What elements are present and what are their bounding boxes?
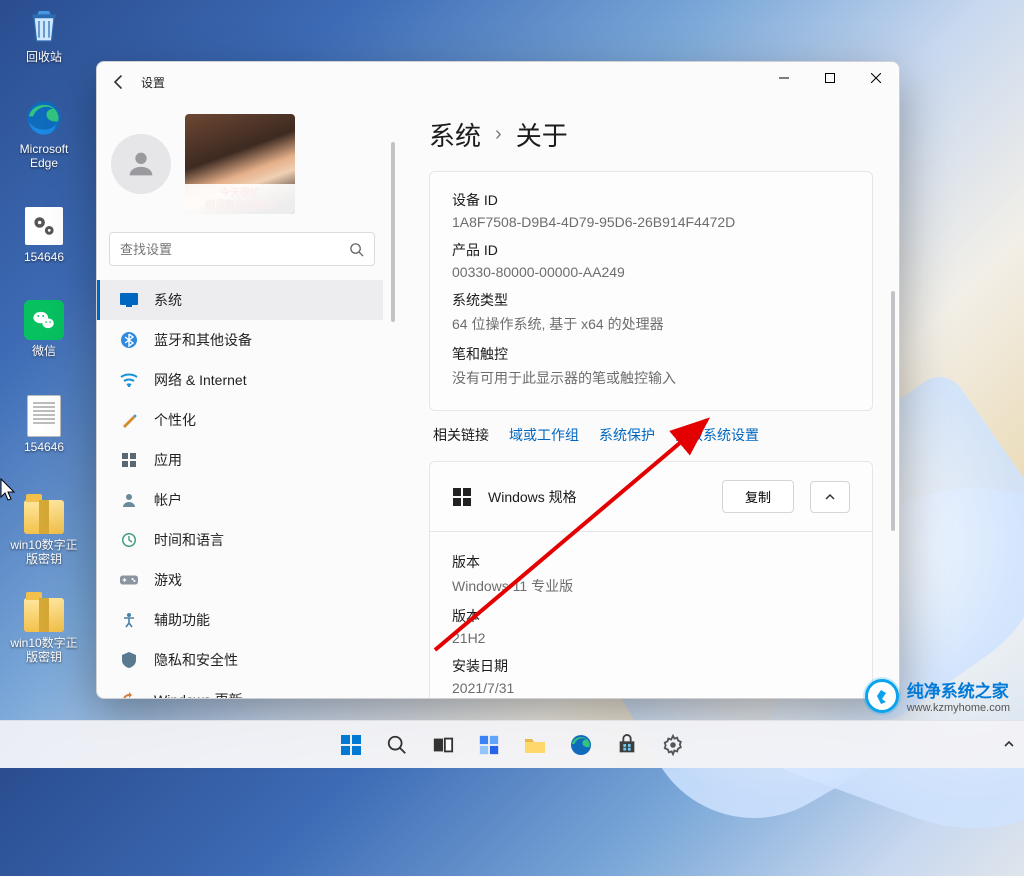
desktop-icon-config-file[interactable]: 154646 (6, 206, 82, 264)
collapse-button[interactable] (810, 481, 850, 513)
sidebar: 今天很忙但没有忘记想你 系统蓝牙和其他设备网络 & Internet个性化应用帐… (97, 102, 387, 698)
minimize-icon (779, 73, 789, 83)
profile-block: 今天很忙但没有忘记想你 (97, 108, 387, 232)
zip-folder-icon (24, 494, 64, 534)
sidebar-item-gaming[interactable]: 游戏 (97, 560, 383, 600)
personal-icon (120, 411, 138, 429)
settings-window: 设置 今天很忙但没有忘记想你 系统蓝牙和其他设备网络 & Internet个性化… (96, 61, 900, 699)
sidebar-item-system[interactable]: 系统 (97, 280, 383, 320)
search-icon (349, 242, 364, 257)
close-icon (871, 73, 881, 83)
edge-icon (24, 98, 64, 138)
sidebar-item-privacy[interactable]: 隐私和安全性 (97, 640, 383, 680)
recycle-bin-icon (24, 6, 64, 46)
sidebar-item-network[interactable]: 网络 & Internet (97, 360, 383, 400)
breadcrumb: 系统 › 关于 (429, 116, 899, 153)
sidebar-item-accounts[interactable]: 帐户 (97, 480, 383, 520)
gears-icon (24, 206, 64, 246)
task-view[interactable] (423, 725, 463, 765)
sidebar-item-access[interactable]: 辅助功能 (97, 600, 383, 640)
gear-icon (662, 734, 684, 756)
taskbar-search[interactable] (377, 725, 417, 765)
person-icon (124, 147, 158, 181)
task-view-icon (432, 734, 454, 756)
spec-row: 安装日期2021/7/31 (452, 656, 850, 696)
wechat-icon (24, 300, 64, 340)
taskbar-edge[interactable] (561, 725, 601, 765)
spec-row: 版本Windows 11 专业版 (452, 552, 850, 596)
maximize-icon (825, 73, 835, 83)
chevron-up-icon[interactable] (1002, 737, 1016, 751)
titlebar: 设置 (97, 62, 899, 102)
link-domain-workgroup[interactable]: 域或工作组 (509, 425, 579, 445)
start-button[interactable] (331, 725, 371, 765)
apps-icon (120, 451, 138, 469)
system-icon (120, 291, 138, 309)
avatar[interactable] (111, 134, 171, 194)
sidebar-item-personal[interactable]: 个性化 (97, 400, 383, 440)
update-icon (120, 691, 138, 698)
sidebar-item-update[interactable]: Windows 更新 (97, 680, 383, 698)
windows-icon (452, 487, 472, 507)
copy-button[interactable]: 复制 (722, 480, 794, 513)
system-tray[interactable] (1002, 724, 1016, 764)
taskbar-explorer[interactable] (515, 725, 555, 765)
maximize-button[interactable] (807, 62, 853, 94)
search-icon (386, 734, 408, 756)
close-button[interactable] (853, 62, 899, 94)
window-title: 设置 (141, 74, 165, 91)
sidebar-item-apps[interactable]: 应用 (97, 440, 383, 480)
bluetooth-icon (120, 331, 138, 349)
crumb-about: 关于 (516, 116, 568, 153)
watermark: 纯净系统之家 www.kzmyhome.com (865, 677, 1010, 714)
widgets[interactable] (469, 725, 509, 765)
edge-icon (569, 733, 593, 757)
arrow-left-icon (111, 74, 127, 90)
search-field[interactable] (120, 242, 349, 257)
desktop-icon-zip-2[interactable]: win10数字正版密钥 (6, 592, 82, 664)
text-file-icon (24, 396, 64, 436)
spec-row: 版本21H2 (452, 606, 850, 646)
folder-icon (523, 733, 547, 757)
nav-list: 系统蓝牙和其他设备网络 & Internet个性化应用帐户时间和语言游戏辅助功能… (97, 280, 387, 698)
content-scrollbar[interactable] (887, 171, 899, 698)
minimize-button[interactable] (761, 62, 807, 94)
sidebar-item-time[interactable]: 时间和语言 (97, 520, 383, 560)
gaming-icon (120, 571, 138, 589)
related-links: 相关链接 域或工作组 系统保护 高级系统设置 (433, 425, 869, 445)
profile-photo: 今天很忙但没有忘记想你 (185, 114, 295, 214)
desktop-icon-edge[interactable]: Microsoft Edge (6, 98, 82, 170)
taskbar (0, 720, 1024, 768)
desktop-icon-recycle-bin[interactable]: 回收站 (6, 6, 82, 64)
chevron-right-icon: › (495, 123, 502, 146)
link-system-protection[interactable]: 系统保护 (599, 425, 655, 445)
time-icon (120, 531, 138, 549)
desktop-icon-text-file[interactable]: 154646 (6, 396, 82, 454)
chevron-up-icon (824, 491, 836, 503)
crumb-system[interactable]: 系统 (429, 116, 481, 153)
related-links-label: 相关链接 (433, 425, 489, 445)
back-button[interactable] (101, 64, 137, 100)
accounts-icon (120, 491, 138, 509)
store-icon (616, 734, 638, 756)
desktop-icon-zip-1[interactable]: win10数字正版密钥 (6, 494, 82, 566)
watermark-logo-icon (865, 679, 899, 713)
link-advanced-system-settings[interactable]: 高级系统设置 (675, 425, 759, 445)
sidebar-scrollbar[interactable] (387, 102, 399, 698)
taskbar-settings[interactable] (653, 725, 693, 765)
zip-folder-icon (24, 592, 64, 632)
privacy-icon (120, 651, 138, 669)
windows-spec-body: 版本Windows 11 专业版版本21H2安装日期2021/7/31操作系统版… (429, 532, 873, 698)
widgets-icon (478, 734, 500, 756)
search-input[interactable] (109, 232, 375, 266)
desktop-icon-wechat[interactable]: 微信 (6, 300, 82, 358)
windows-logo-icon (339, 733, 363, 757)
network-icon (120, 371, 138, 389)
windows-spec-header[interactable]: Windows 规格 复制 (429, 461, 873, 532)
main-pane: 系统 › 关于 设备 ID1A8F7508-D9B4-4D79-95D6-26B… (399, 102, 899, 698)
device-spec-card: 设备 ID1A8F7508-D9B4-4D79-95D6-26B914F4472… (429, 171, 873, 411)
sidebar-item-bluetooth[interactable]: 蓝牙和其他设备 (97, 320, 383, 360)
taskbar-store[interactable] (607, 725, 647, 765)
access-icon (120, 611, 138, 629)
